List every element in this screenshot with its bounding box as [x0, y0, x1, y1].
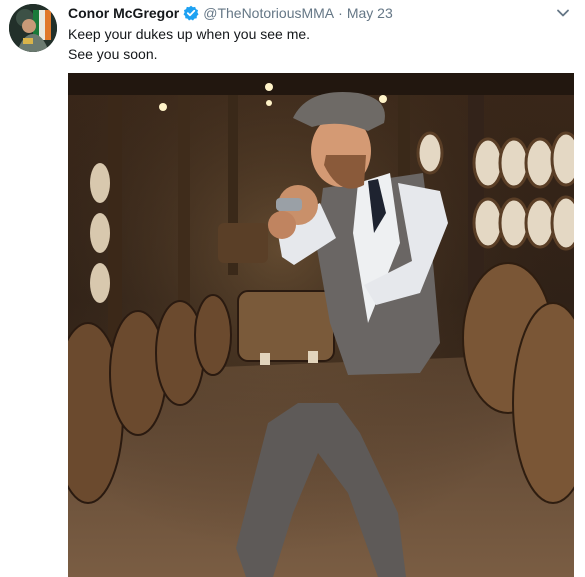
tweet-card[interactable]: Conor McGregor @TheNotoriousMMA · May 23…	[0, 0, 585, 577]
tweet-text-line: See you soon.	[68, 46, 158, 62]
tweet-date[interactable]: May 23	[347, 4, 393, 22]
verified-badge-icon	[183, 5, 199, 21]
tweet-header: Conor McGregor @TheNotoriousMMA · May 23	[68, 4, 393, 22]
tweet-text: Keep your dukes up when you see me. See …	[68, 24, 568, 64]
chevron-down-icon[interactable]	[556, 6, 570, 20]
separator-dot: ·	[338, 5, 343, 21]
tweet-text-line: Keep your dukes up when you see me.	[68, 26, 311, 42]
author-handle[interactable]: @TheNotoriousMMA	[203, 4, 334, 22]
avatar[interactable]	[9, 4, 57, 52]
author-name[interactable]: Conor McGregor	[68, 4, 179, 22]
tweet-photo[interactable]	[68, 73, 574, 577]
